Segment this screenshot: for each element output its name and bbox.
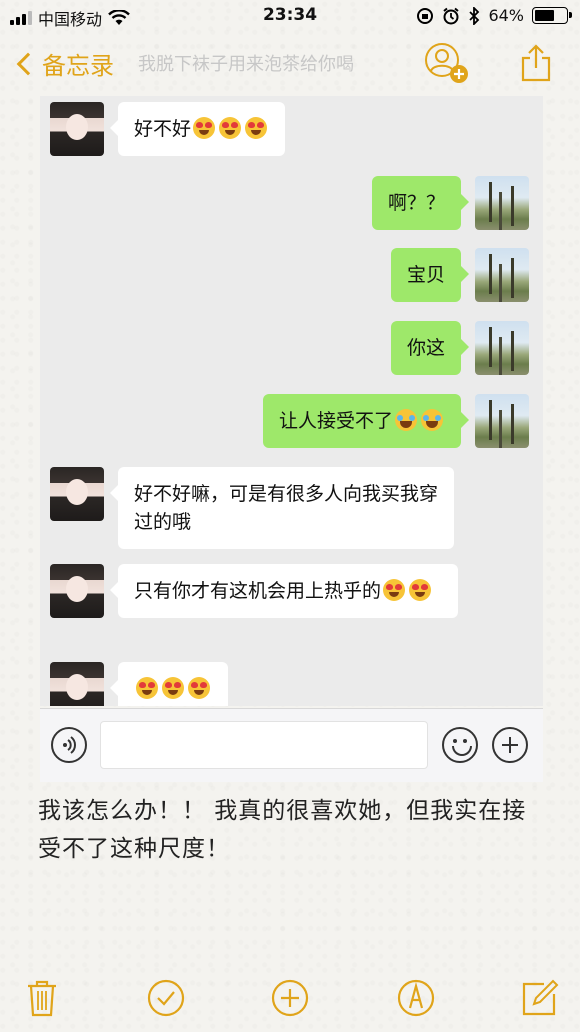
avatar [50,467,104,521]
orientation-lock-icon [417,7,434,24]
message-text: 你这 [406,337,445,359]
avatar [50,564,104,618]
message-input [100,721,428,769]
add-icon[interactable] [270,978,310,1018]
heart-eyes-emoji-icon [162,677,184,699]
message-bubble: 啊？？ [371,176,470,230]
compose-icon[interactable] [520,978,560,1018]
share-icon[interactable] [520,44,552,82]
avatar [475,176,529,230]
message-text: 啊？？ [387,192,445,214]
laughing-crying-emoji-icon [395,409,417,431]
chat-message [50,662,228,706]
chat-screenshot: 好不好 啊？？ 宝贝 你这 让人接受不了 好不好嘛，可是有很多人向我买我穿过的哦… [40,96,543,706]
navigation-bar: 备忘录 我脱下袜子用来泡茶给你喝 [0,36,580,92]
message-text: 让人接受不了 [278,410,393,432]
voice-icon [51,727,87,763]
chat-input-bar [40,708,543,782]
message-bubble: 只有你才有这机会用上热乎的 [110,564,458,618]
heart-eyes-emoji-icon [383,579,406,601]
avatar [475,321,529,375]
chat-message: 好不好嘛，可是有很多人向我买我穿过的哦 [50,467,454,549]
alarm-icon [443,7,460,24]
message-text: 只有你才有这机会用上热乎的 [134,580,382,602]
avatar [50,662,104,706]
avatar [475,394,529,448]
status-right: 64% [416,6,572,25]
emoji-icon [442,727,478,763]
chat-message: 只有你才有这机会用上热乎的 [50,564,458,618]
battery-icon [532,7,572,24]
message-text: 好不好 [134,118,192,140]
heart-eyes-emoji-icon [409,579,432,601]
note-body[interactable]: 我该怎么办！！ 我真的很喜欢她，但我实在接受不了这种尺度！ [38,792,538,868]
avatar [50,102,104,156]
message-bubble: 让人接受不了 [262,394,470,448]
heart-eyes-emoji-icon [188,677,210,699]
chat-message: 宝贝 [390,248,529,302]
message-bubble: 你这 [390,321,470,375]
trash-icon[interactable] [22,978,62,1018]
chat-message: 好不好 [50,102,286,156]
heart-eyes-emoji-icon [136,677,158,699]
chat-message: 你这 [390,321,529,375]
markup-pen-icon[interactable] [396,978,436,1018]
message-bubble: 好不好 [109,102,286,156]
battery-percent: 64% [488,6,524,25]
chevron-left-icon [16,52,40,75]
back-label: 备忘录 [42,52,114,80]
message-text: 好不好嘛，可是有很多人向我买我穿过的哦 [134,483,439,533]
bluetooth-icon [469,6,480,25]
heart-eyes-emoji-icon [245,117,268,139]
bottom-toolbar [0,972,580,1028]
plus-icon [492,727,528,763]
heart-eyes-emoji-icon [219,117,242,139]
checklist-icon[interactable] [146,978,186,1018]
add-people-icon[interactable] [424,42,468,84]
laughing-crying-emoji-icon [421,409,443,431]
status-bar: 中国移动 23:34 64% [0,0,580,34]
note-title-faded: 我脱下袜子用来泡茶给你喝 [138,54,354,75]
message-bubble: 好不好嘛，可是有很多人向我买我穿过的哦 [110,467,454,549]
chat-message: 让人接受不了 [262,394,529,448]
back-button[interactable]: 备忘录 [14,46,114,81]
message-text: 宝贝 [406,264,445,286]
heart-eyes-emoji-icon [193,117,216,139]
message-bubble [110,662,228,706]
chat-message: 啊？？ [371,176,529,230]
avatar [475,248,529,302]
message-bubble: 宝贝 [390,248,470,302]
